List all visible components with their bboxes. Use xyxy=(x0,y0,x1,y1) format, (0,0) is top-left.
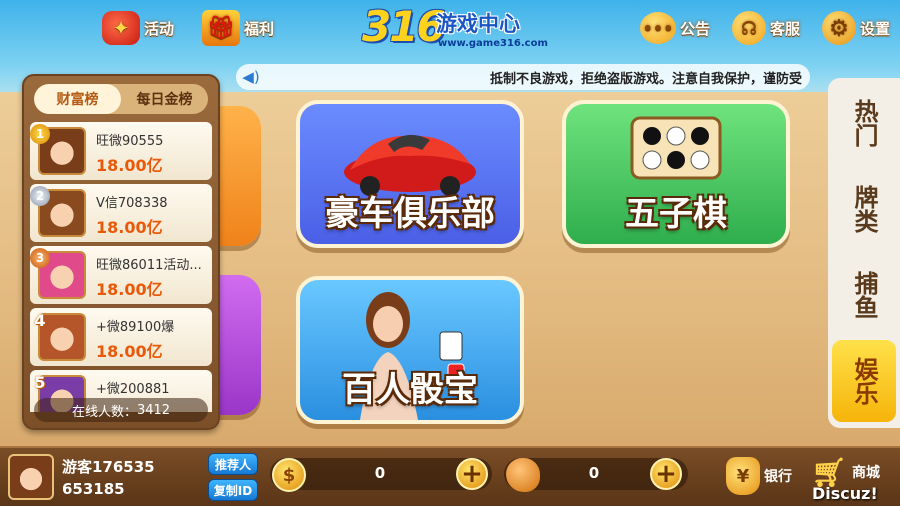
gold-value: 0 xyxy=(374,464,386,482)
tab-wealth-rank[interactable]: 财富榜 xyxy=(34,84,121,114)
game-card-gomoku[interactable]: 五子棋 xyxy=(562,100,790,248)
tab-card-games-label: 牌类 xyxy=(850,185,878,233)
shop-label: 商城 xyxy=(852,465,880,481)
tab-fishing[interactable]: 捕鱼 xyxy=(832,254,896,336)
headset-icon: ☊ xyxy=(732,11,766,45)
service-label: 客服 xyxy=(770,19,801,38)
logo-number: 316 xyxy=(362,2,446,51)
player-name: V信708338 xyxy=(96,196,168,211)
rank-medal-gold-icon: 1 xyxy=(30,124,50,144)
leaderboard-row[interactable]: 3 旺微86011活动... 18.00亿 xyxy=(30,246,212,304)
leaderboard-row[interactable]: 1 旺微90555 18.00亿 xyxy=(30,122,212,180)
gold-coin-icon: $ xyxy=(272,458,306,492)
copy-id-button[interactable]: 复制ID xyxy=(208,479,258,501)
speaker-icon: ◀) xyxy=(242,68,260,86)
tab-hot[interactable]: 热门 xyxy=(832,82,896,164)
leaderboard-tabs: 财富榜 每日金榜 xyxy=(34,84,208,114)
add-bean-button[interactable]: + xyxy=(650,458,682,490)
add-gold-button[interactable]: + xyxy=(456,458,488,490)
notice-button[interactable]: ••• 公告 xyxy=(640,8,710,48)
activity-button[interactable]: ✦ 活动 xyxy=(102,8,174,48)
tab-entertainment[interactable]: 娱乐 xyxy=(832,340,896,422)
notice-label: 公告 xyxy=(680,19,711,38)
leaderboard-list[interactable]: 1 旺微90555 18.00亿 2 V信708338 18.00亿 3 旺微8… xyxy=(28,122,214,412)
settings-button[interactable]: ⚙ 设置 xyxy=(822,8,890,48)
leaderboard-row[interactable]: 4 +微89100爆 18.00亿 xyxy=(30,308,212,366)
game-card-car-club[interactable]: 豪车俱乐部 xyxy=(296,100,524,248)
tab-daily-gold-rank[interactable]: 每日金榜 xyxy=(121,84,208,114)
player-name: 旺微90555 xyxy=(96,134,164,149)
tab-fishing-label: 捕鱼 xyxy=(850,271,878,319)
bean-value: 0 xyxy=(588,464,600,482)
rank-medal-bronze-icon: 3 xyxy=(30,248,50,268)
welfare-label: 福利 xyxy=(244,19,275,38)
username: 游客176535 xyxy=(62,458,155,476)
wealth-leaderboard: 财富榜 每日金榜 1 旺微90555 18.00亿 2 V信708338 18.… xyxy=(22,74,220,430)
referrer-button[interactable]: 推荐人 xyxy=(208,453,258,475)
car-club-label: 豪车俱乐部 xyxy=(325,194,495,234)
player-name: +微200881 xyxy=(96,382,170,397)
speech-bubble-icon: ••• xyxy=(640,12,676,44)
tab-entertainment-label: 娱乐 xyxy=(850,357,878,405)
gomoku-label: 五子棋 xyxy=(625,194,727,234)
avatar[interactable] xyxy=(8,454,54,500)
game-card-sicbo[interactable]: 百人骰宝 xyxy=(296,276,524,424)
tab-card-games[interactable]: 牌类 xyxy=(832,168,896,250)
player-wealth: 18.00亿 xyxy=(96,280,163,299)
player-wealth: 18.00亿 xyxy=(96,342,163,361)
money-bag-icon: ¥ xyxy=(726,457,760,495)
user-id: 653185 xyxy=(62,480,125,498)
marquee-text: 抵制不良游戏，拒绝盗版游戏。注意自我保护，谨防受 xyxy=(489,71,802,87)
top-bar: ✦ 活动 🎁︎ 福利 316 游戏中心 www.game316.com ••• … xyxy=(0,0,900,58)
rank-number: 5 xyxy=(34,372,46,392)
activity-label: 活动 xyxy=(144,19,175,38)
welfare-button[interactable]: 🎁︎ 福利 xyxy=(202,8,274,48)
red-envelope-icon: ✦ xyxy=(102,11,140,45)
player-name: +微89100爆 xyxy=(96,320,175,335)
player-wealth: 18.00亿 xyxy=(96,218,163,237)
player-wealth: 18.00亿 xyxy=(96,156,163,175)
customer-service-button[interactable]: ☊ 客服 xyxy=(732,8,800,48)
game-center-logo: 316 游戏中心 www.game316.com xyxy=(362,2,548,56)
online-count: 3412 xyxy=(136,402,171,418)
settings-label: 设置 xyxy=(860,19,891,38)
bottom-bar: 游客176535 653185 推荐人 复制ID $ 0 + • 0 + ¥ 银… xyxy=(0,446,900,506)
logo-title: 游戏中心 xyxy=(436,12,520,36)
gear-icon: ⚙ xyxy=(822,11,856,45)
player-name: 旺微86011活动... xyxy=(96,258,202,273)
rank-medal-silver-icon: 2 xyxy=(30,186,50,206)
sicbo-label: 百人骰宝 xyxy=(342,370,478,410)
online-label: 在线人数： xyxy=(71,404,137,420)
rank-number: 4 xyxy=(34,310,46,330)
leaderboard-row[interactable]: 2 V信708338 18.00亿 xyxy=(30,184,212,242)
online-count-bar: 在线人数： 3412 xyxy=(34,398,208,422)
bank-label: 银行 xyxy=(764,469,792,485)
gift-box-icon: 🎁︎ xyxy=(202,10,240,46)
category-tabs: 热门 牌类 捕鱼 娱乐 xyxy=(828,78,900,428)
bank-button[interactable]: ¥ 银行 xyxy=(726,452,792,500)
notice-marquee: ◀) 抵制不良游戏，拒绝盗版游戏。注意自我保护，谨防受 xyxy=(236,64,810,90)
bean-icon: • xyxy=(506,458,540,492)
logo-url: www.game316.com xyxy=(438,38,548,49)
tab-hot-label: 热门 xyxy=(850,99,878,147)
watermark-text: Discuz! xyxy=(812,484,878,503)
